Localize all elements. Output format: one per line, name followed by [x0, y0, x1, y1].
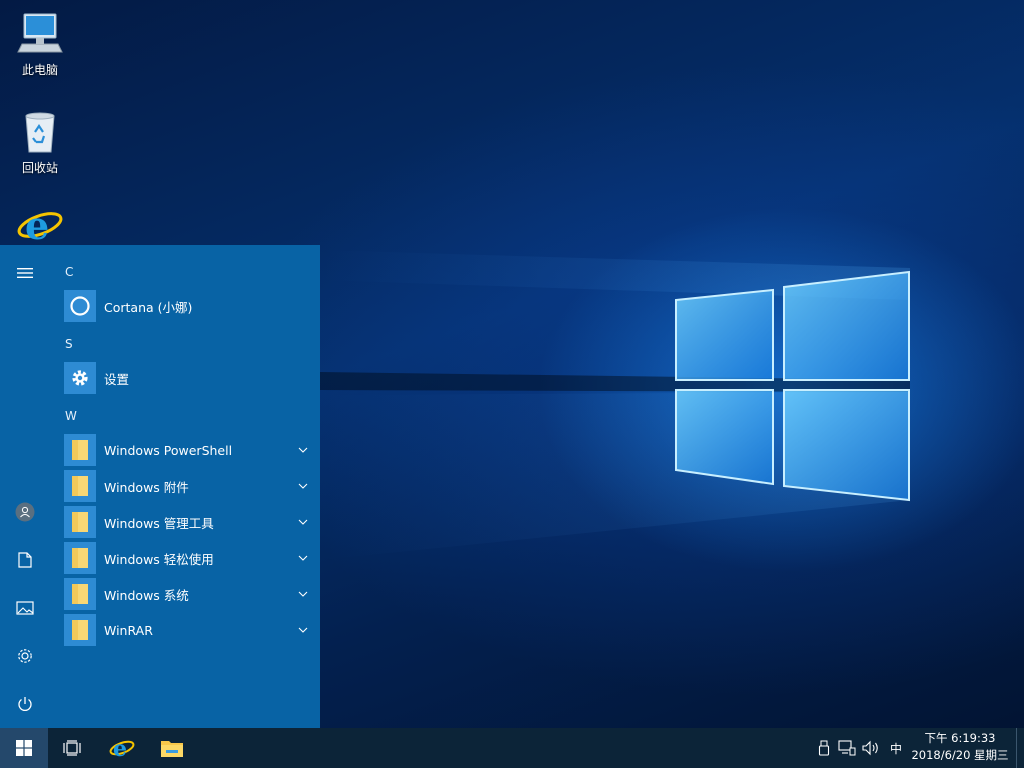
app-tile: [64, 434, 96, 466]
desktop-icon-internet-explorer[interactable]: e: [2, 203, 78, 251]
cortana-icon: [70, 296, 90, 316]
app-item-settings[interactable]: 设置: [64, 362, 310, 394]
chevron-down-icon: [298, 519, 308, 525]
section-letter-s[interactable]: S: [65, 337, 73, 351]
app-name: 设置: [104, 371, 130, 387]
internet-explorer-icon: e: [109, 736, 135, 760]
volume-icon: [862, 740, 878, 756]
app-tile: [64, 470, 96, 502]
app-tile: [64, 578, 96, 610]
app-name: WinRAR: [104, 622, 153, 638]
windows-start-icon: [16, 740, 32, 756]
chevron-down-icon: [298, 483, 308, 489]
section-letter-w[interactable]: W: [65, 409, 77, 423]
chevron-down-icon: [298, 447, 308, 453]
settings-icon: [18, 649, 32, 663]
pictures-icon: [16, 601, 34, 615]
expand-menu-button[interactable]: [0, 251, 50, 295]
settings-button[interactable]: [0, 634, 50, 678]
app-folder-windows-powershell[interactable]: Windows PowerShell: [64, 434, 310, 466]
volume-button[interactable]: [862, 739, 880, 757]
clock-date: 2018/6/20 星期三: [911, 748, 1009, 762]
start-menu: C Cortana (小娜) S 设置 W Windows PowerShell…: [0, 245, 320, 728]
internet-explorer-icon: e: [16, 203, 64, 251]
documents-icon: [18, 552, 32, 568]
start-button[interactable]: [0, 728, 48, 768]
show-desktop-button[interactable]: [1016, 728, 1024, 768]
app-tile: [64, 362, 96, 394]
desktop-icon-label: 回收站: [21, 161, 58, 175]
desktop-icon-recycle-bin[interactable]: 回收站: [2, 108, 78, 176]
app-folder-windows-admin-tools[interactable]: Windows 管理工具: [64, 506, 310, 538]
usb-device-icon: [818, 740, 830, 756]
desktop-icon-this-pc[interactable]: 此电脑: [2, 10, 78, 78]
app-folder-windows-ease-of-access[interactable]: Windows 轻松使用: [64, 542, 310, 574]
folder-icon: [72, 476, 88, 496]
usb-device-button[interactable]: [815, 739, 833, 757]
folder-icon: [72, 584, 88, 604]
start-menu-rail: [0, 245, 50, 728]
app-name: Cortana (小娜): [104, 299, 193, 315]
app-list: C Cortana (小娜) S 设置 W Windows PowerShell…: [50, 245, 320, 728]
svg-text:e: e: [113, 736, 127, 760]
taskbar-file-explorer[interactable]: [148, 728, 196, 768]
desktop-icon-label: 此电脑: [21, 63, 58, 77]
computer-icon: [16, 10, 64, 58]
taskbar-clock[interactable]: 下午 6:19:33 2018/6/20 星期三: [908, 730, 1012, 764]
network-button[interactable]: [838, 739, 856, 757]
network-icon: [838, 740, 856, 756]
task-view-button[interactable]: [48, 728, 96, 768]
pictures-button[interactable]: [0, 586, 50, 630]
user-account-button[interactable]: [0, 490, 50, 534]
task-view-icon: [63, 740, 81, 756]
taskbar: e 中 下午 6:19:33 2018/6/20 星期三: [0, 728, 1024, 768]
app-tile: [64, 290, 96, 322]
app-folder-windows-system[interactable]: Windows 系统: [64, 578, 310, 610]
app-name: Windows 轻松使用: [104, 551, 214, 567]
recycle-bin-icon: [16, 108, 64, 156]
app-name: Windows PowerShell: [104, 442, 233, 458]
hamburger-icon: [17, 268, 33, 278]
file-explorer-icon: [161, 741, 183, 757]
app-name: Windows 系统: [104, 587, 189, 603]
chevron-down-icon: [298, 627, 308, 633]
chevron-down-icon: [298, 591, 308, 597]
power-icon: [18, 697, 32, 711]
app-tile: [64, 614, 96, 646]
app-name: Windows 管理工具: [104, 515, 214, 531]
power-button[interactable]: [0, 682, 50, 726]
app-tile: [64, 542, 96, 574]
svg-text:e: e: [25, 203, 49, 245]
section-letter-c[interactable]: C: [65, 265, 73, 279]
input-method-indicator[interactable]: 中: [887, 740, 905, 757]
gear-icon: [72, 370, 88, 386]
app-item-cortana[interactable]: Cortana (小娜): [64, 290, 310, 322]
chevron-down-icon: [298, 555, 308, 561]
folder-icon: [72, 512, 88, 532]
folder-icon: [72, 440, 88, 460]
app-name: Windows 附件: [104, 479, 189, 495]
documents-button[interactable]: [0, 538, 50, 582]
user-icon: [15, 502, 35, 522]
folder-icon: [72, 620, 88, 640]
app-folder-windows-accessories[interactable]: Windows 附件: [64, 470, 310, 502]
taskbar-internet-explorer[interactable]: e: [98, 728, 146, 768]
folder-icon: [72, 548, 88, 568]
app-tile: [64, 506, 96, 538]
app-folder-winrar[interactable]: WinRAR: [64, 614, 310, 646]
clock-time: 下午 6:19:33: [924, 731, 996, 745]
